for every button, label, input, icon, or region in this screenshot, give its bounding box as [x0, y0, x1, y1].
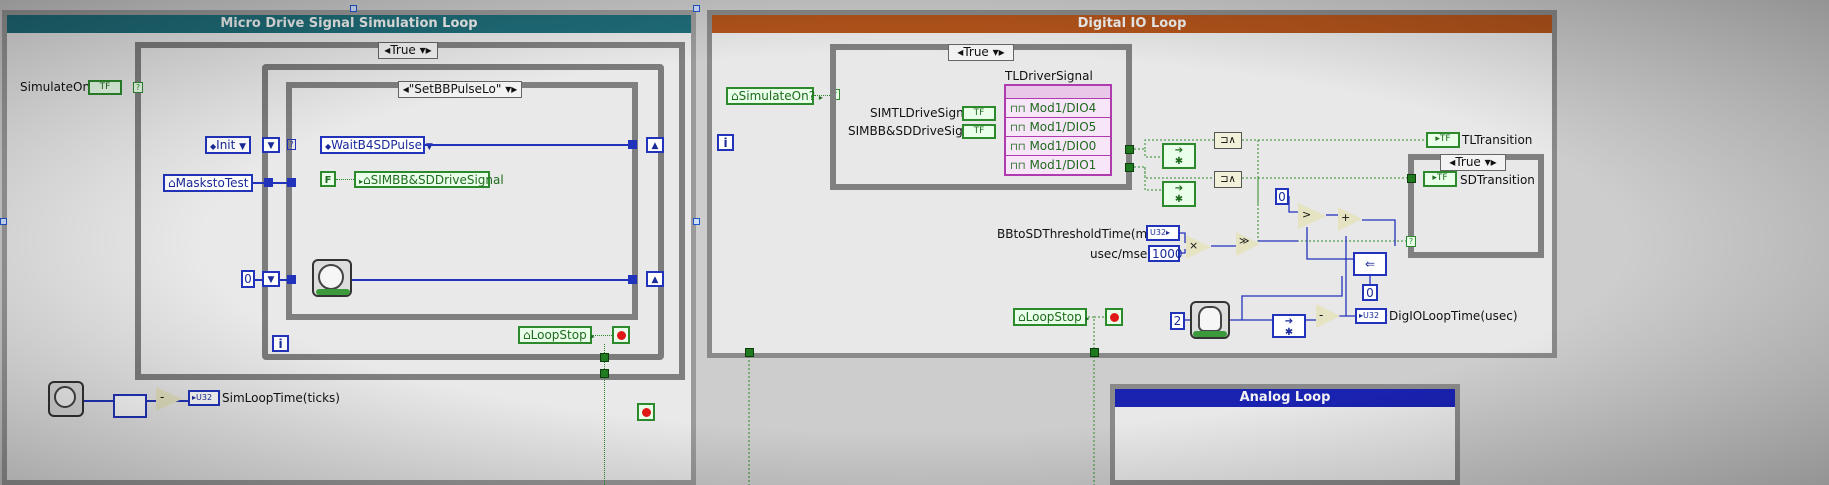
right-bottom-tunnel-b — [1090, 348, 1099, 357]
zero-constant-right[interactable]: 0 — [1275, 188, 1289, 205]
case-dropdown-icon[interactable]: ▾▸ — [1485, 155, 1497, 169]
play-arrow-icon: ▸ — [1085, 314, 1090, 323]
loop-stop-local-right[interactable]: ⌂LoopStop ▸ — [1013, 308, 1090, 326]
greater-symbol: > — [1302, 208, 1312, 221]
usec-per-msec-label: usec/msec — [1090, 247, 1154, 261]
play-arrow-icon: ▸ — [1166, 228, 1171, 237]
local-variable-icon: ⌂ — [1018, 310, 1026, 324]
feedback-node: ⇐ — [1353, 252, 1387, 276]
sd-tunnel — [1407, 174, 1416, 183]
tl-transition-indicator: ▸TF — [1426, 132, 1460, 148]
right-bottom-tunnel-a — [745, 348, 754, 357]
resize-handle[interactable] — [693, 5, 700, 12]
digital-io-wires — [748, 139, 1426, 485]
shift-node-top: ➔ ✱ — [1162, 143, 1196, 169]
multiply-symbol: × — [1189, 239, 1199, 252]
sd-selector-terminal: ? — [1406, 236, 1416, 247]
resize-handle[interactable] — [350, 5, 357, 12]
dig-io-loop-time-indicator: ▸U32 — [1355, 308, 1387, 324]
shift-node-bottom: ➔ ✱ — [1162, 181, 1196, 207]
subtract-symbol-right: - — [1319, 308, 1324, 322]
and-gate-top-icon: ⊐∧ — [1214, 132, 1242, 149]
feedback-init-constant[interactable]: 0 — [1362, 284, 1378, 301]
resize-handle[interactable] — [0, 218, 7, 225]
tick-shift-node: ➔ ✱ — [1272, 314, 1306, 338]
metronome-icon — [1198, 306, 1222, 332]
analog-loop: Analog Loop — [1110, 384, 1460, 485]
and-gate-bottom-icon: ⊐∧ — [1214, 171, 1242, 188]
two-constant[interactable]: 2 — [1170, 312, 1185, 330]
usec-per-msec-constant[interactable]: 1000 — [1148, 245, 1183, 262]
sd-transition-indicator: ▸TF — [1423, 171, 1457, 187]
tl-transition-label: TLTransition — [1462, 133, 1533, 147]
sd-case-selector[interactable]: ◂True ▾▸ — [1440, 154, 1506, 171]
bb-to-sd-threshold-control[interactable]: U32▸ — [1146, 225, 1180, 241]
add-symbol: + — [1341, 211, 1351, 224]
convert-symbol: ≫ — [1239, 236, 1250, 247]
metronome-base-icon — [1193, 331, 1227, 337]
resize-handle[interactable] — [693, 218, 700, 225]
dig-io-loop-time-label: DigIOLoopTime(usec) — [1389, 309, 1518, 323]
sd-transition-label: SDTransition — [1460, 173, 1535, 187]
analog-loop-title: Analog Loop — [1115, 389, 1455, 407]
stop-terminal-icon-right[interactable] — [1105, 308, 1123, 326]
